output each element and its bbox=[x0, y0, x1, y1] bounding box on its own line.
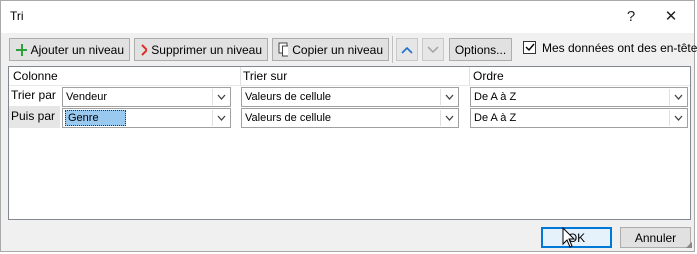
order-value: De A à Z bbox=[474, 91, 517, 103]
chevron-down-icon[interactable] bbox=[669, 89, 686, 105]
chevron-down-icon[interactable] bbox=[212, 89, 229, 105]
copy-level-button[interactable]: Copier un niveau bbox=[272, 38, 389, 61]
order-select[interactable]: De A à Z bbox=[470, 108, 688, 128]
sort-on-header: Trier sur bbox=[243, 69, 288, 83]
chevron-down-icon[interactable] bbox=[212, 110, 229, 126]
column-value: Vendeur bbox=[66, 91, 107, 103]
column-header: Colonne bbox=[13, 69, 58, 83]
header-divider bbox=[469, 67, 470, 85]
copy-level-label: Copier un niveau bbox=[292, 42, 383, 57]
sort-levels-grid: Colonne Trier sur Ordre Trier par Vendeu… bbox=[8, 66, 691, 220]
header-divider bbox=[240, 67, 241, 85]
title-bar: Tri ? ✕ bbox=[1, 1, 694, 33]
delete-level-label: Supprimer un niveau bbox=[151, 42, 262, 57]
sort-dialog: Tri ? ✕ Ajouter un niveau Supprimer un n… bbox=[0, 0, 697, 252]
order-value: De A à Z bbox=[474, 112, 517, 124]
sort-on-select[interactable]: Valeurs de cellule bbox=[241, 108, 459, 128]
order-select[interactable]: De A à Z bbox=[470, 87, 688, 107]
close-button[interactable]: ✕ bbox=[651, 1, 691, 31]
headers-checkbox-label[interactable]: Mes données ont des en-têtes bbox=[542, 41, 697, 55]
dialog-title: Tri bbox=[10, 9, 24, 23]
move-up-button[interactable] bbox=[396, 38, 418, 61]
sort-on-select[interactable]: Valeurs de cellule bbox=[241, 87, 459, 107]
options-button[interactable]: Options... bbox=[449, 38, 512, 61]
chevron-down-icon[interactable] bbox=[669, 110, 686, 126]
cancel-label: Annuler bbox=[634, 230, 677, 245]
chevron-down-icon[interactable] bbox=[440, 89, 457, 105]
checkmark-icon bbox=[525, 43, 535, 52]
cancel-button[interactable]: Annuler bbox=[620, 227, 691, 248]
column-select[interactable]: Vendeur bbox=[62, 87, 231, 107]
header-line bbox=[9, 85, 690, 86]
chevron-down-icon bbox=[427, 45, 439, 53]
toolbar-separator bbox=[392, 36, 393, 63]
chevron-down-icon[interactable] bbox=[440, 110, 457, 126]
ok-button[interactable]: OK bbox=[541, 227, 612, 248]
row-label: Trier par bbox=[11, 88, 56, 102]
row-label: Puis par bbox=[11, 109, 56, 123]
copy-icon bbox=[278, 42, 289, 57]
column-select[interactable]: Genre bbox=[62, 108, 231, 128]
add-level-button[interactable]: Ajouter un niveau bbox=[9, 38, 130, 61]
order-header: Ordre bbox=[473, 69, 504, 83]
options-label: Options... bbox=[454, 42, 507, 57]
mouse-cursor-icon bbox=[562, 227, 576, 248]
headers-checkbox[interactable] bbox=[523, 41, 536, 54]
delete-x-icon bbox=[141, 43, 148, 56]
delete-level-button[interactable]: Supprimer un niveau bbox=[134, 38, 268, 61]
sort-on-value: Valeurs de cellule bbox=[245, 112, 332, 124]
sort-on-value: Valeurs de cellule bbox=[245, 91, 332, 103]
add-level-label: Ajouter un niveau bbox=[30, 42, 124, 57]
chevron-up-icon bbox=[401, 46, 413, 54]
column-value: Genre bbox=[65, 110, 126, 126]
plus-icon bbox=[16, 43, 27, 56]
move-down-button[interactable] bbox=[422, 38, 444, 61]
help-button[interactable]: ? bbox=[611, 1, 651, 31]
resize-grip-icon[interactable]: ◢ bbox=[686, 240, 692, 249]
